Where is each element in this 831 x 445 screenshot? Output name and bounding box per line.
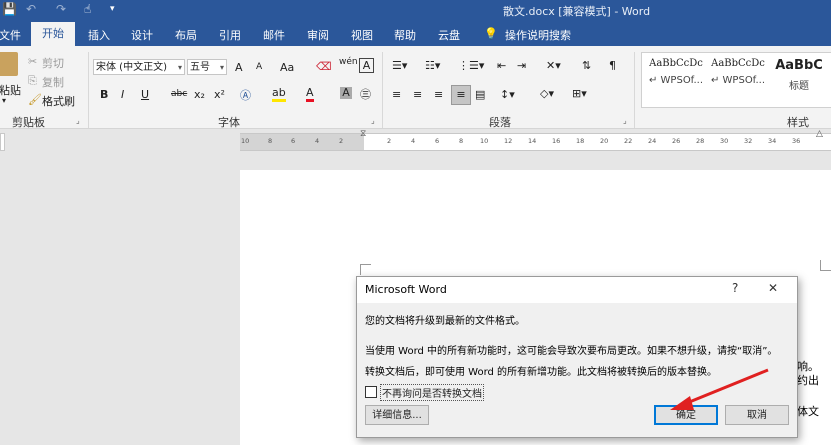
arrow-head: [670, 396, 694, 410]
annotation-arrow: [670, 368, 769, 410]
arrow-shaft: [681, 368, 769, 407]
